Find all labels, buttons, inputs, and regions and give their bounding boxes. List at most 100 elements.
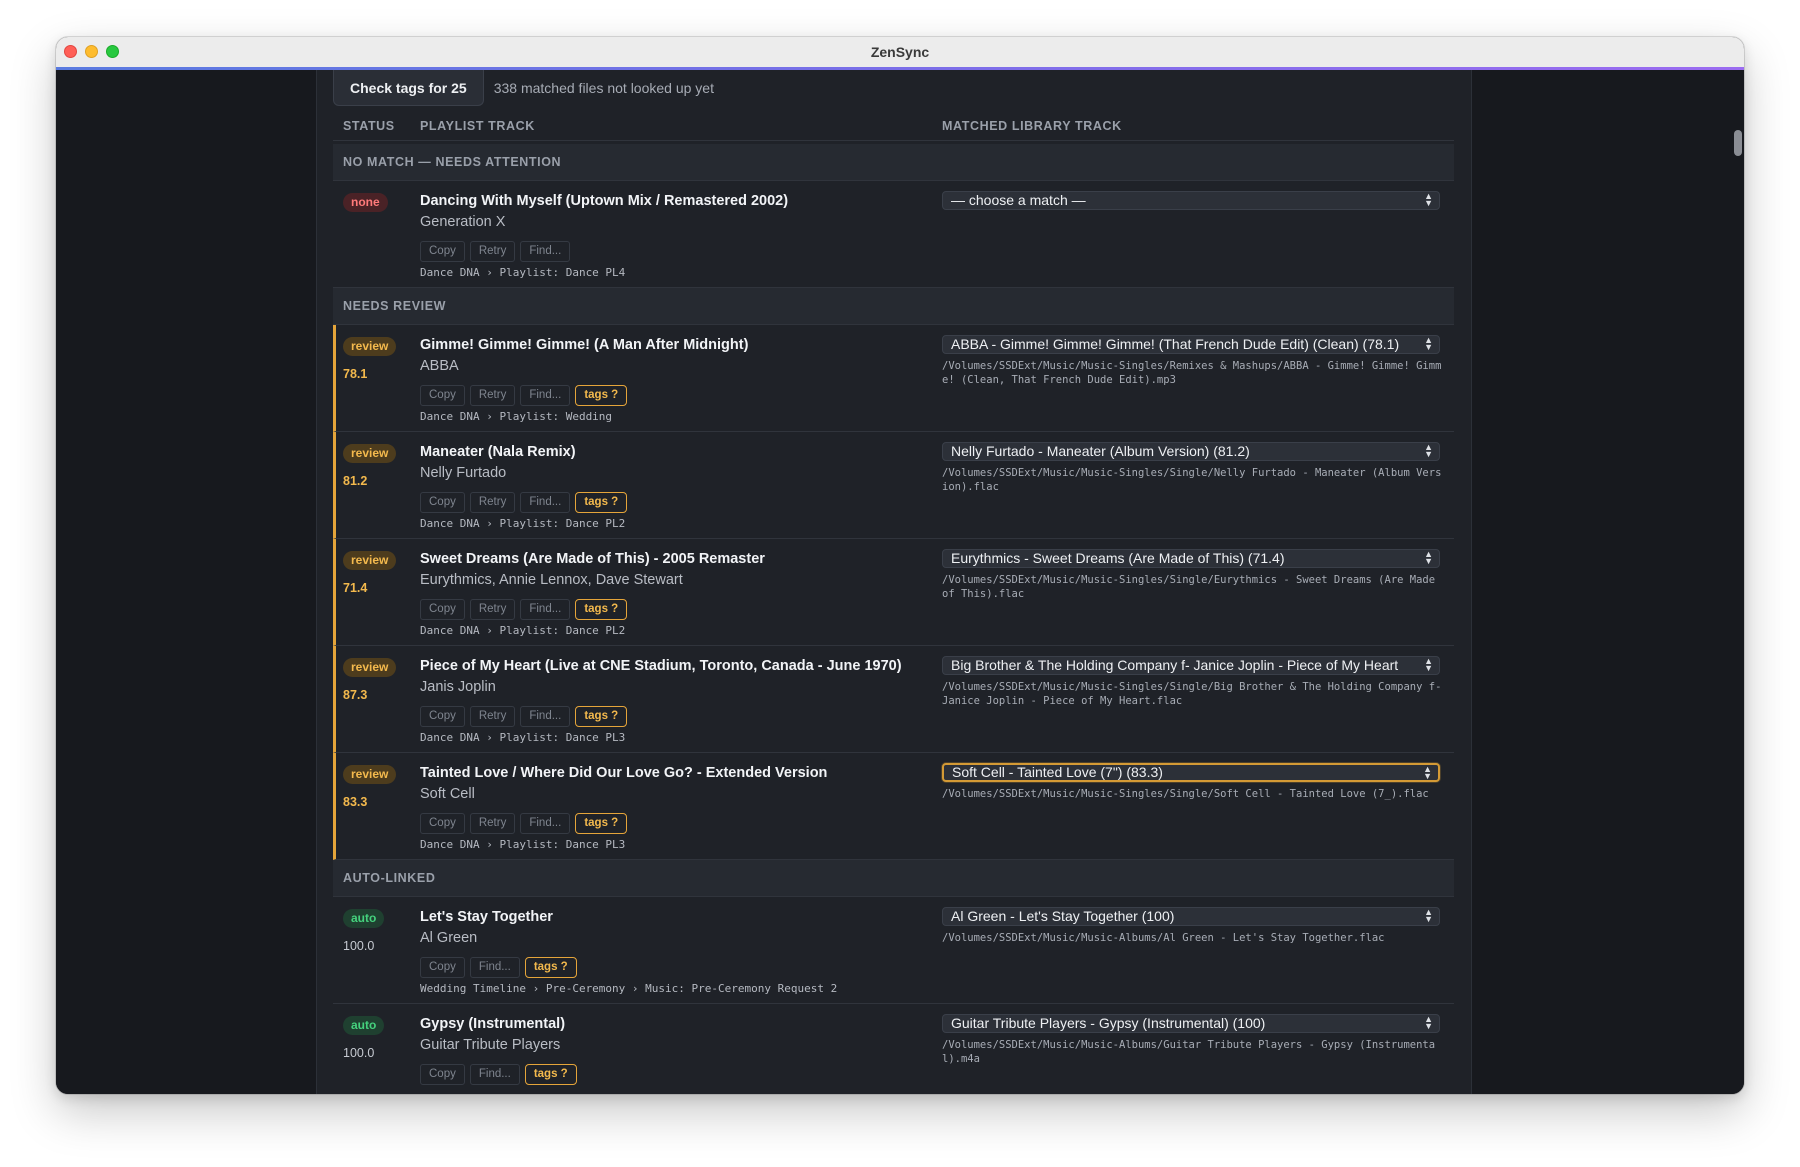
track-title: Piece of My Heart (Live at CNE Stadium, … xyxy=(420,658,902,674)
track-row: auto 100.0 Let's Stay Together Al Green … xyxy=(333,897,1454,1004)
match-panel: Check tags for 25 338 matched files not … xyxy=(316,70,1472,1094)
find-button[interactable]: Find... xyxy=(520,241,571,262)
retry-button[interactable]: Retry xyxy=(469,706,516,727)
track-artist: Nelly Furtado xyxy=(420,465,507,481)
match-score: 100.0 xyxy=(343,1046,375,1060)
content-area: Check tags for 25 338 matched files not … xyxy=(56,70,1744,1094)
track-artist: Janis Joplin xyxy=(420,679,496,695)
tags-check-button[interactable]: tags ? xyxy=(575,385,628,406)
track-row: review 87.3 Piece of My Heart (Live at C… xyxy=(333,646,1454,753)
status-badge: none xyxy=(343,193,388,212)
match-select-value: — choose a match — xyxy=(951,192,1086,208)
match-score: 100.0 xyxy=(343,939,375,953)
status-badge: auto xyxy=(343,909,385,928)
column-status: STATUS xyxy=(343,119,395,133)
app-window: ZenSync Check tags for 25 338 matched fi… xyxy=(56,37,1744,1094)
row-actions: Copy Retry Find... tags ? xyxy=(420,706,628,727)
copy-button[interactable]: Copy xyxy=(420,957,465,978)
file-path: /Volumes/SSDExt/Music/Music-Singles/Sing… xyxy=(942,467,1442,493)
tags-check-button[interactable]: tags ? xyxy=(524,1064,577,1085)
file-path: /Volumes/SSDExt/Music/Music-Singles/Sing… xyxy=(942,574,1436,600)
status-badge: review xyxy=(343,658,397,677)
section-title: NEEDS REVIEW xyxy=(343,299,447,313)
source-breadcrumb: Wedding Timeline › Pre-Ceremony › Music:… xyxy=(420,982,838,995)
column-playlist-track: PLAYLIST TRACK xyxy=(420,119,535,133)
find-button[interactable]: Find... xyxy=(520,813,571,834)
track-title: Gimme! Gimme! Gimme! (A Man After Midnig… xyxy=(420,337,749,353)
tag-check-bar: Check tags for 25 338 matched files not … xyxy=(333,70,714,106)
copy-button[interactable]: Copy xyxy=(420,1064,465,1085)
row-actions: Copy Retry Find... tags ? xyxy=(420,492,628,513)
unmatched-count-text: 338 matched files not looked up yet xyxy=(493,80,714,96)
copy-button[interactable]: Copy xyxy=(420,492,465,513)
status-badge: review xyxy=(343,337,397,356)
match-select[interactable]: ABBA - Gimme! Gimme! Gimme! (That French… xyxy=(942,335,1440,354)
track-row: auto 100.0 Gypsy (Instrumental) Guitar T… xyxy=(333,1004,1454,1094)
match-select[interactable]: Nelly Furtado - Maneater (Album Version)… xyxy=(942,442,1440,461)
track-title: Maneater (Nala Remix) xyxy=(420,444,576,460)
track-artist: Soft Cell xyxy=(420,786,475,802)
find-button[interactable]: Find... xyxy=(520,599,571,620)
track-artist: ABBA xyxy=(420,358,459,374)
row-actions: Copy Retry Find... tags ? xyxy=(420,599,628,620)
retry-button[interactable]: Retry xyxy=(469,813,516,834)
match-select-value: Al Green - Let's Stay Together (100) xyxy=(951,908,1175,924)
match-select-value: Nelly Furtado - Maneater (Album Version)… xyxy=(951,443,1250,459)
file-path: /Volumes/SSDExt/Music/Music-Singles/Remi… xyxy=(942,360,1442,386)
status-badge: auto xyxy=(343,1016,385,1035)
match-select-value: Guitar Tribute Players - Gypsy (Instrume… xyxy=(951,1015,1266,1031)
tags-check-button[interactable]: tags ? xyxy=(575,492,628,513)
select-chevron-icon: ▲ ▼ xyxy=(1424,335,1433,352)
match-score: 71.4 xyxy=(343,581,368,595)
find-button[interactable]: Find... xyxy=(520,492,571,513)
source-breadcrumb: Dance DNA › Playlist: Dance PL2 xyxy=(420,624,626,637)
find-button[interactable]: Find... xyxy=(520,385,571,406)
retry-button[interactable]: Retry xyxy=(469,492,516,513)
select-chevron-icon: ▲ ▼ xyxy=(1424,549,1433,566)
match-select[interactable]: — choose a match — ▲ ▼ xyxy=(942,191,1440,210)
check-tags-button[interactable]: Check tags for 25 xyxy=(333,70,484,106)
track-row: none Dancing With Myself (Uptown Mix / R… xyxy=(333,181,1454,288)
section-auto-linked: AUTO-LINKED xyxy=(333,860,1454,897)
retry-button[interactable]: Retry xyxy=(469,385,516,406)
track-title: Tainted Love / Where Did Our Love Go? - … xyxy=(420,765,828,781)
find-button[interactable]: Find... xyxy=(469,1064,520,1085)
match-select-value: Eurythmics - Sweet Dreams (Are Made of T… xyxy=(951,550,1285,566)
match-score: 78.1 xyxy=(343,367,368,381)
track-artist: Generation X xyxy=(420,214,506,230)
match-select[interactable]: Soft Cell - Tainted Love (7") (83.3) ▲ ▼ xyxy=(942,763,1440,782)
match-select[interactable]: Al Green - Let's Stay Together (100) ▲ ▼ xyxy=(942,907,1440,926)
tags-check-button[interactable]: tags ? xyxy=(524,957,577,978)
match-score: 83.3 xyxy=(343,795,368,809)
retry-button[interactable]: Retry xyxy=(469,599,516,620)
copy-button[interactable]: Copy xyxy=(420,813,465,834)
column-headers: STATUS PLAYLIST TRACK MATCHED LIBRARY TR… xyxy=(333,114,1454,141)
copy-button[interactable]: Copy xyxy=(420,706,465,727)
row-actions: Copy Find... tags ? xyxy=(420,1064,577,1085)
retry-button[interactable]: Retry xyxy=(469,241,516,262)
match-select[interactable]: Big Brother & The Holding Company f- Jan… xyxy=(942,656,1440,675)
find-button[interactable]: Find... xyxy=(520,706,571,727)
row-actions: Copy Find... tags ? xyxy=(420,957,577,978)
find-button[interactable]: Find... xyxy=(469,957,520,978)
source-breadcrumb: Dance DNA › Playlist: Dance PL3 xyxy=(420,731,626,744)
scrollbar-thumb[interactable] xyxy=(1734,130,1742,156)
match-select[interactable]: Eurythmics - Sweet Dreams (Are Made of T… xyxy=(942,549,1440,568)
copy-button[interactable]: Copy xyxy=(420,599,465,620)
tags-check-button[interactable]: tags ? xyxy=(575,813,628,834)
match-select[interactable]: Guitar Tribute Players - Gypsy (Instrume… xyxy=(942,1014,1440,1033)
track-title: Gypsy (Instrumental) xyxy=(420,1016,566,1032)
title-bar: ZenSync xyxy=(56,37,1744,68)
copy-button[interactable]: Copy xyxy=(420,385,465,406)
source-breadcrumb: Dance DNA › Playlist: Dance PL3 xyxy=(420,838,626,851)
match-select-value: Soft Cell - Tainted Love (7") (83.3) xyxy=(952,764,1163,780)
select-chevron-icon: ▲ ▼ xyxy=(1423,764,1432,781)
tags-check-button[interactable]: tags ? xyxy=(575,706,628,727)
file-path: /Volumes/SSDExt/Music/Music-Singles/Sing… xyxy=(942,788,1429,800)
tags-check-button[interactable]: tags ? xyxy=(575,599,628,620)
select-chevron-icon: ▲ ▼ xyxy=(1424,191,1433,208)
source-breadcrumb: Dance DNA › Playlist: Dance PL4 xyxy=(420,266,626,279)
file-path: /Volumes/SSDExt/Music/Music-Singles/Sing… xyxy=(942,681,1442,707)
window-title: ZenSync xyxy=(870,44,930,60)
copy-button[interactable]: Copy xyxy=(420,241,465,262)
